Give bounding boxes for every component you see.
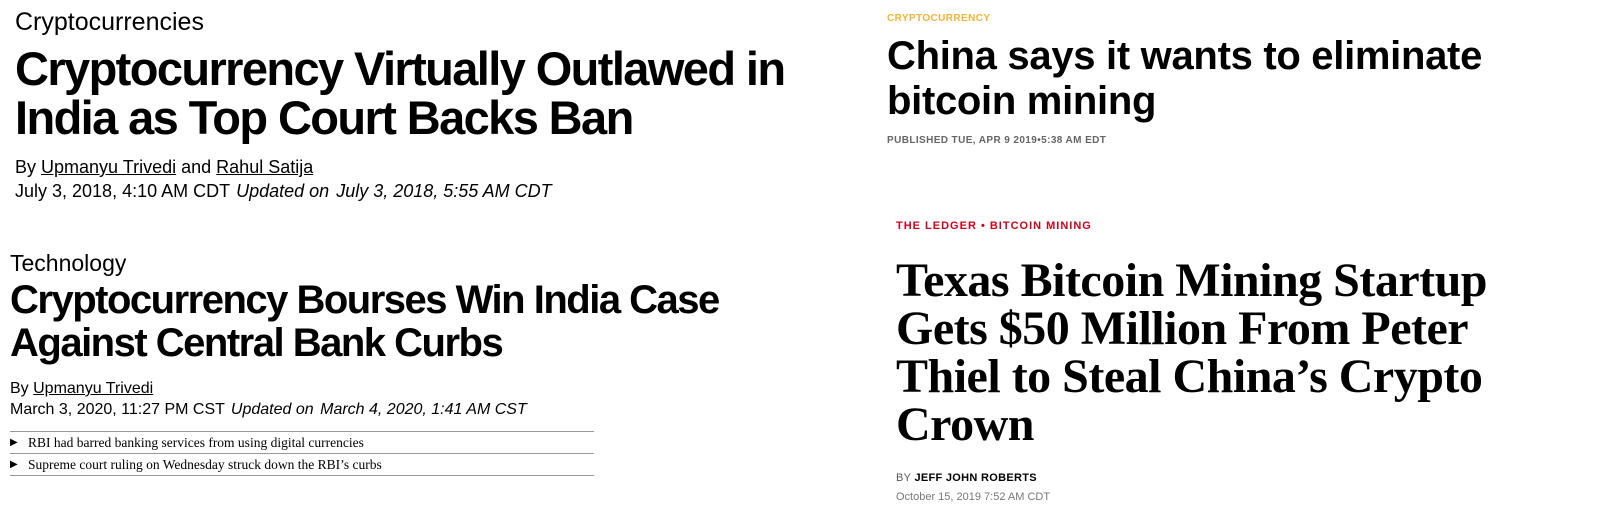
by-prefix: By	[10, 380, 29, 397]
article-card-china-mining: CRYPTOCURRENCY China says it wants to el…	[887, 13, 1577, 146]
category-kicker[interactable]: THE LEDGER • BITCOIN MINING	[896, 219, 1586, 233]
by-prefix: By	[15, 157, 37, 177]
article-card-texas-mining: THE LEDGER • BITCOIN MINING Texas Bitcoi…	[896, 219, 1586, 504]
article-card-bourses: Technology Cryptocurrency Bourses Win In…	[10, 249, 720, 476]
section-label[interactable]: Technology	[10, 249, 610, 277]
article-card-india-ban: Cryptocurrencies Cryptocurrency Virtuall…	[15, 6, 875, 203]
published-date: PUBLISHED TUE, APR 9 2019•5:38 AM EDT	[887, 135, 1107, 146]
summary-bullet: ▶ Supreme court ruling on Wednesday stru…	[10, 454, 594, 476]
byline: By Upmanyu Trivedi and Rahul Satija	[15, 155, 875, 179]
author-link[interactable]: Rahul Satija	[216, 157, 313, 177]
updated-date: July 3, 2018, 5:55 AM CDT	[336, 181, 552, 201]
published-date: July 3, 2018, 4:10 AM CDT	[15, 181, 231, 201]
dateline: March 3, 2020, 11:27 PM CST Updated on Ma…	[10, 399, 610, 421]
section-label[interactable]: Cryptocurrencies	[15, 6, 875, 38]
updated-label: Updated on	[236, 181, 330, 201]
triangle-right-icon: ▶	[10, 437, 18, 448]
byline: By Upmanyu Trivedi	[10, 379, 610, 399]
article-headline[interactable]: Cryptocurrency Virtually Outlawed in Ind…	[15, 44, 875, 142]
updated-date: March 4, 2020, 1:41 AM CST	[320, 401, 527, 418]
by-prefix: BY	[896, 472, 912, 484]
author-link[interactable]: JEFF JOHN ROBERTS	[914, 472, 1036, 484]
dateline: July 3, 2018, 4:10 AM CDT Updated on July…	[15, 179, 875, 203]
article-headline[interactable]: China says it wants to eliminate bitcoin…	[887, 34, 1577, 124]
author-joiner: and	[181, 157, 212, 177]
byline: BY JEFF JOHN ROBERTS	[896, 471, 1586, 485]
summary-bullets: ▶ RBI had barred banking services from u…	[10, 431, 594, 476]
bullet-text: RBI had barred banking services from usi…	[28, 435, 364, 450]
bullet-text: Supreme court ruling on Wednesday struck…	[28, 457, 382, 472]
author-link[interactable]: Upmanyu Trivedi	[41, 157, 176, 177]
published-date: October 15, 2019 7:52 AM CDT	[896, 491, 1051, 503]
article-headline[interactable]: Texas Bitcoin Mining Startup Gets $50 Mi…	[896, 257, 1536, 449]
author-link[interactable]: Upmanyu Trivedi	[33, 380, 153, 397]
triangle-right-icon: ▶	[10, 459, 18, 470]
category-kicker[interactable]: CRYPTOCURRENCY	[887, 13, 1577, 25]
updated-label: Updated on	[230, 401, 314, 418]
summary-bullet: ▶ RBI had barred banking services from u…	[10, 432, 594, 454]
article-headline[interactable]: Cryptocurrency Bourses Win India Case Ag…	[10, 279, 810, 365]
published-date: March 3, 2020, 11:27 PM CST	[10, 401, 225, 418]
